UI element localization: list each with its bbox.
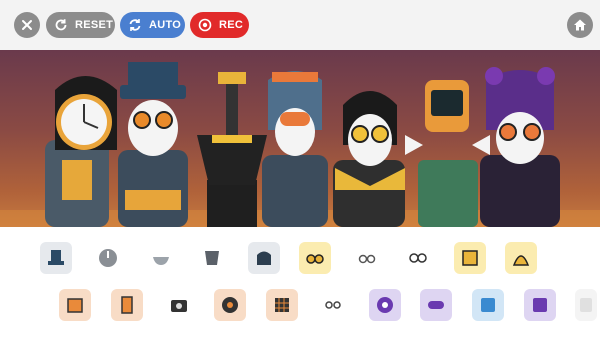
stripe-bell-icon[interactable] xyxy=(505,242,537,274)
camera-icon[interactable] xyxy=(163,289,195,321)
close-button[interactable] xyxy=(14,12,40,38)
character-clock-head[interactable] xyxy=(45,76,117,227)
bowl-icon[interactable] xyxy=(145,242,177,274)
purple-chip-icon[interactable] xyxy=(524,289,556,321)
purple-eye-icon[interactable] xyxy=(369,289,401,321)
auto-cycle-icon xyxy=(127,17,143,33)
character-purple-horns[interactable] xyxy=(480,67,560,227)
orange-robot-icon[interactable] xyxy=(111,289,143,321)
home-icon xyxy=(574,19,586,31)
spectacles-icon[interactable] xyxy=(299,242,331,274)
faded-slot-icon[interactable] xyxy=(575,289,597,321)
helmet-icon[interactable] xyxy=(248,242,280,274)
character-stage xyxy=(0,50,600,227)
orange-grid-icon[interactable] xyxy=(266,289,298,321)
close-icon xyxy=(22,20,32,30)
blue-chip-icon[interactable] xyxy=(472,289,504,321)
character-top-hat[interactable] xyxy=(118,62,188,227)
clock-disc-icon[interactable] xyxy=(92,242,124,274)
character-glasses-scarf[interactable] xyxy=(333,91,405,227)
auto-label: AUTO xyxy=(149,19,182,31)
reset-icon xyxy=(53,17,69,33)
rec-label: REC xyxy=(219,19,244,31)
record-icon xyxy=(197,17,213,33)
reset-button[interactable]: RESET xyxy=(46,12,115,38)
reset-label: RESET xyxy=(75,19,114,31)
rec-button[interactable]: REC xyxy=(190,12,249,38)
small-glasses-icon[interactable] xyxy=(317,289,349,321)
character-lamp[interactable] xyxy=(197,72,267,227)
round-glasses-icon[interactable] xyxy=(402,242,434,274)
yellow-box-icon[interactable] xyxy=(454,242,486,274)
orange-block-icon[interactable] xyxy=(59,289,91,321)
character-helmet[interactable] xyxy=(262,71,328,227)
top-toolbar: RESET AUTO REC xyxy=(0,0,600,50)
purple-pill-icon[interactable] xyxy=(420,289,452,321)
orange-ball-icon[interactable] xyxy=(214,289,246,321)
glasses-icon[interactable] xyxy=(351,242,383,274)
sound-icon-tray xyxy=(0,227,600,337)
auto-button[interactable]: AUTO xyxy=(120,12,185,38)
character-robot[interactable] xyxy=(405,80,490,227)
top-hat-icon[interactable] xyxy=(40,242,72,274)
bucket-icon[interactable] xyxy=(196,242,228,274)
home-button[interactable] xyxy=(567,12,593,38)
